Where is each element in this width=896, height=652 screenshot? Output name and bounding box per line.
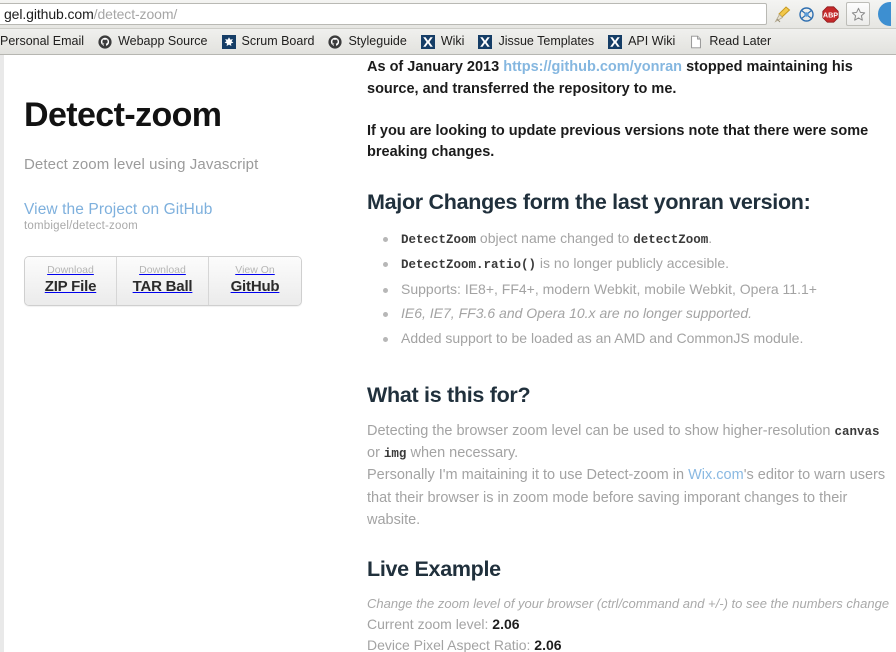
current-zoom-level-row: Current zoom level: 2.06 [367, 614, 896, 635]
code-detectzoom-ratio: DetectZoom.ratio() [401, 258, 537, 273]
code-detectzoom: DetectZoom [401, 232, 477, 247]
bullet-mid: object name changed to [476, 229, 634, 246]
code-detectzoom-lower: detectZoom [633, 232, 709, 247]
bullet-mid: is no longer publicly accesible. [536, 255, 730, 272]
view-on-github-button[interactable]: View On GitHub [209, 257, 301, 305]
bookmark-label: API Wiki [628, 34, 676, 49]
bookmark-styleguide[interactable]: Styleguide [321, 33, 413, 51]
bookmarks-bar: Personal Email Webapp Source Scrum Board [0, 28, 896, 54]
what-p1-b: or [367, 445, 384, 462]
address-bar[interactable]: gel.github.com/detect-zoom/ [0, 3, 767, 25]
current-zoom-level-value: 2.06 [492, 615, 520, 632]
bookmark-read-later[interactable]: Read Later [682, 33, 778, 51]
device-pixel-aspect-ratio-value: 2.06 [534, 637, 562, 652]
device-pixel-aspect-ratio-row: Device Pixel Aspect Ratio: 2.06 [367, 635, 896, 652]
download-tar-button[interactable]: Download TAR Ball [117, 257, 209, 305]
what-p1-a: Detecting the browser zoom level can be … [367, 423, 835, 440]
heading-live-example: Live Example [367, 556, 501, 581]
main-content: As of January 2013 https://github.com/yo… [360, 55, 896, 652]
bookmark-wiki[interactable]: Wiki [414, 33, 472, 51]
list-item: DetectZoom object name changed to detect… [383, 228, 896, 253]
extension-icons: ABP [769, 2, 896, 26]
download-tar-sublabel: Download [139, 264, 186, 277]
section-what-is-this-for: What is this for? Detecting the browser … [367, 383, 896, 531]
confluence-icon [608, 34, 623, 49]
view-github-sublabel: View On [235, 264, 275, 277]
url-path: /detect-zoom/ [93, 6, 178, 22]
bookmark-label: Scrum Board [241, 34, 315, 49]
bookmark-label: Webapp Source [118, 34, 208, 49]
bullet-mid: Supports: IE8+, FF4+, modern Webkit, mob… [401, 280, 817, 297]
intro-1-pre: As of January 2013 [367, 59, 504, 75]
bullet-mid: IE6, IE7, FF3.6 and Opera 10.x are no lo… [401, 305, 752, 322]
bookmark-label: Wiki [440, 34, 465, 49]
bookmark-label: Personal Email [0, 34, 85, 49]
list-item: Added support to be loaded as an AMD and… [383, 328, 896, 353]
github-octocat-icon [328, 34, 343, 49]
list-item: DetectZoom.ratio() is no longer publicly… [383, 253, 896, 278]
browser-toolbar: gel.github.com/detect-zoom/ ABP [0, 0, 896, 28]
browser-chrome: gel.github.com/detect-zoom/ ABP Personal… [0, 0, 896, 55]
download-zip-label: ZIP File [44, 277, 97, 295]
bullet-tail: . [708, 229, 713, 246]
what-p1-c: when necessary. [406, 445, 519, 462]
cleanup-broom-icon[interactable] [773, 5, 792, 24]
repo-path-label: tombigel/detect-zoom [24, 220, 138, 233]
confluence-icon [478, 34, 493, 49]
section-live-example: Live Example Change the zoom level of yo… [367, 557, 896, 652]
jira-icon [221, 34, 236, 49]
document-page-icon [689, 35, 703, 49]
current-zoom-level-label: Current zoom level: [367, 615, 493, 632]
code-img: img [383, 447, 407, 462]
yonran-github-link[interactable]: https://github.com/yonran [503, 59, 682, 75]
live-example-note: Change the zoom level of your browser (c… [367, 596, 890, 612]
list-item: IE6, IE7, FF3.6 and Opera 10.x are no lo… [383, 303, 896, 328]
wix-link[interactable]: Wix.com [688, 467, 744, 483]
heading-what-is-this-for: What is this for? [367, 382, 531, 407]
bookmark-api-wiki[interactable]: API Wiki [601, 33, 682, 51]
intro-paragraph-2: If you are looking to update previous ve… [367, 122, 869, 161]
bookmark-webapp-source[interactable]: Webapp Source [91, 33, 214, 51]
project-sidebar: Detect-zoom Detect zoom level using Java… [4, 55, 360, 652]
device-pixel-aspect-ratio-label: Device Pixel Aspect Ratio: [367, 637, 535, 652]
adblock-plus-icon[interactable]: ABP [821, 5, 840, 24]
github-octocat-icon [98, 34, 112, 49]
bookmark-star-button[interactable] [846, 2, 870, 26]
bookmark-scrum-board[interactable]: Scrum Board [215, 33, 322, 51]
view-project-on-github-link[interactable]: View the Project on GitHub [24, 201, 360, 219]
what-p2-a: Personally I'm maitaining it to use Dete… [367, 467, 689, 484]
what-paragraph-2: Personally I'm maitaining it to use Dete… [367, 464, 896, 530]
bullet-mid: Added support to be loaded as an AMD and… [401, 329, 804, 346]
view-github-label: GitHub [230, 277, 280, 295]
download-zip-sublabel: Download [47, 264, 94, 277]
download-zip-button[interactable]: Download ZIP File [25, 257, 117, 305]
url-text: gel.github.com/detect-zoom/ [4, 6, 177, 22]
profile-avatar[interactable] [878, 2, 891, 26]
bookmark-label: Jissue Templates [498, 34, 595, 49]
bookmark-personal-email[interactable]: Personal Email [0, 33, 91, 50]
confluence-icon [420, 34, 435, 49]
major-changes-list: DetectZoom object name changed to detect… [367, 228, 896, 353]
bookmark-jissue-templates[interactable]: Jissue Templates [471, 33, 601, 51]
list-item: Supports: IE8+, FF4+, modern Webkit, mob… [383, 279, 896, 304]
bookmark-star-icon [851, 7, 865, 21]
svg-text:ABP: ABP [823, 10, 838, 19]
download-button-group: Download ZIP File Download TAR Ball View… [24, 256, 302, 306]
code-canvas: canvas [834, 425, 880, 440]
heading-major-changes: Major Changes form the last yonran versi… [367, 190, 811, 214]
page-viewport: Detect-zoom Detect zoom level using Java… [0, 55, 896, 652]
what-paragraph-1: Detecting the browser zoom level can be … [367, 420, 896, 464]
bookmark-label: Read Later [709, 34, 772, 49]
page-title: Detect-zoom [24, 96, 222, 134]
intro-paragraph-1: As of January 2013 https://github.com/yo… [367, 55, 896, 101]
blue-science-icon[interactable] [797, 5, 816, 24]
download-tar-label: TAR Ball [132, 277, 193, 295]
bookmark-label: Styleguide [348, 34, 407, 49]
url-host: gel.github.com [4, 6, 94, 22]
page-tagline: Detect zoom level using Javascript [24, 156, 259, 174]
